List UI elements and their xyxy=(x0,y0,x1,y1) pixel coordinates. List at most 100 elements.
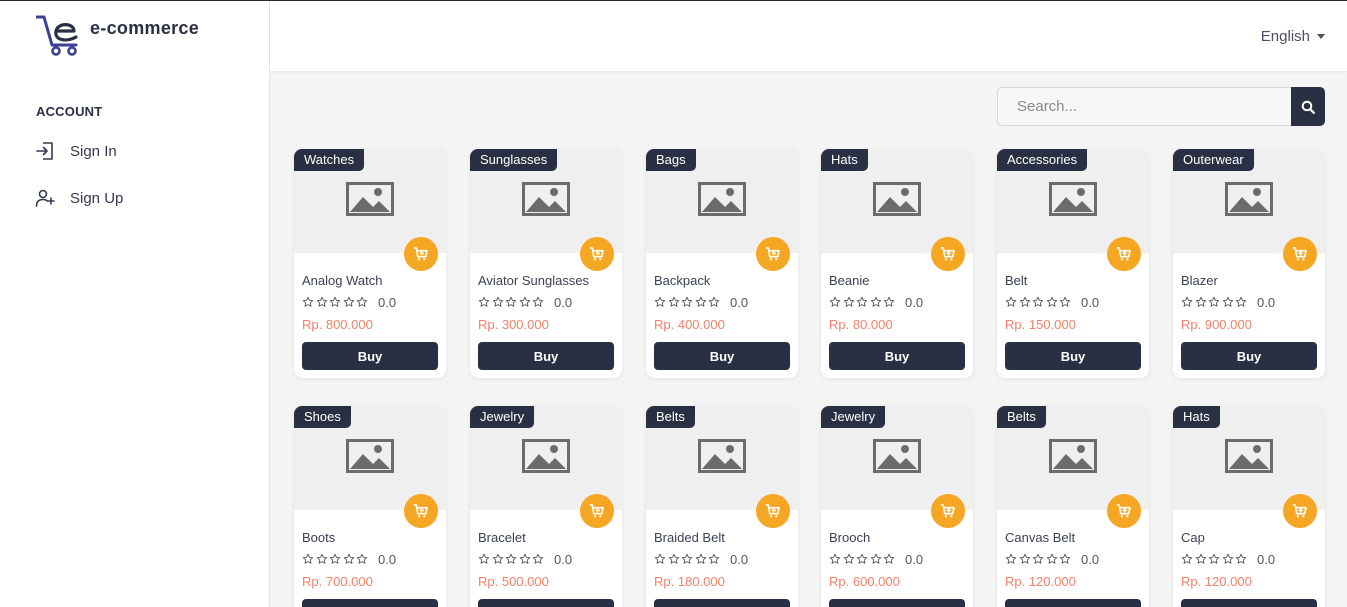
category-badge: Jewelry xyxy=(470,406,535,428)
product-card[interactable]: Accessories Belt 0.0 Rp. 150.000 Buy xyxy=(997,149,1149,378)
star-outline-icon xyxy=(883,296,895,308)
product-card[interactable]: Bags Backpack 0.0 Rp. 400.000 Buy xyxy=(646,149,798,378)
product-name[interactable]: Aviator Sunglasses xyxy=(478,273,614,289)
add-to-cart-button[interactable] xyxy=(404,237,438,271)
product-card[interactable]: Sunglasses Aviator Sunglasses 0.0 Rp. 300.0… xyxy=(470,149,622,378)
product-name[interactable]: Backpack xyxy=(654,273,790,289)
product-card[interactable]: Belts Canvas Belt 0.0 Rp. 120.000 Buy xyxy=(997,406,1149,607)
category-badge: Bags xyxy=(646,149,696,171)
product-image[interactable]: Jewelry xyxy=(470,406,622,528)
star-outline-icon xyxy=(329,553,341,565)
product-image[interactable]: Belts xyxy=(997,406,1149,528)
product-name[interactable]: Boots xyxy=(302,530,438,546)
product-name[interactable]: Blazer xyxy=(1181,273,1317,289)
cart-plus-icon xyxy=(413,246,429,262)
product-image[interactable]: Hats xyxy=(821,149,973,271)
sidebar-item-sign-up[interactable]: Sign Up xyxy=(34,185,123,211)
product-name[interactable]: Analog Watch xyxy=(302,273,438,289)
buy-button[interactable]: Buy xyxy=(654,599,790,607)
product-card[interactable]: Jewelry Bracelet 0.0 Rp. 500.000 Buy xyxy=(470,406,622,607)
cart-logo-icon xyxy=(36,15,78,56)
caret-down-icon xyxy=(1317,34,1325,39)
star-outline-icon xyxy=(843,553,855,565)
buy-button[interactable]: Buy xyxy=(1181,342,1317,370)
buy-button[interactable]: Buy xyxy=(1005,342,1141,370)
product-name[interactable]: Brooch xyxy=(829,530,965,546)
add-to-cart-button[interactable] xyxy=(1107,494,1141,528)
sidebar-item-sign-in[interactable]: Sign In xyxy=(34,138,117,164)
star-rating xyxy=(654,553,720,565)
category-badge: Belts xyxy=(646,406,695,428)
product-name[interactable]: Belt xyxy=(1005,273,1141,289)
buy-button[interactable]: Buy xyxy=(302,342,438,370)
language-dropdown[interactable]: English xyxy=(1261,28,1325,45)
product-card[interactable]: Belts Braided Belt 0.0 Rp. 180.000 Buy xyxy=(646,406,798,607)
product-image[interactable]: Watches xyxy=(294,149,446,271)
category-badge: Outerwear xyxy=(1173,149,1254,171)
search-input[interactable] xyxy=(997,87,1291,126)
product-name[interactable]: Canvas Belt xyxy=(1005,530,1141,546)
product-card[interactable]: Hats Beanie 0.0 Rp. 80.000 Buy xyxy=(821,149,973,378)
add-to-cart-button[interactable] xyxy=(580,494,614,528)
brand-logo[interactable]: e-commerce xyxy=(36,15,206,59)
add-to-cart-button[interactable] xyxy=(1283,237,1317,271)
rating-value: 0.0 xyxy=(1081,294,1100,310)
star-outline-icon xyxy=(1046,296,1058,308)
product-image[interactable]: Outerwear xyxy=(1173,149,1325,271)
rating-value: 0.0 xyxy=(378,294,397,310)
product-rating: 0.0 xyxy=(1005,552,1141,567)
product-rating: 0.0 xyxy=(1181,295,1317,310)
add-to-cart-button[interactable] xyxy=(1283,494,1317,528)
star-outline-icon xyxy=(343,553,355,565)
product-card[interactable]: Outerwear Blazer 0.0 Rp. 900.000 Buy xyxy=(1173,149,1325,378)
product-card[interactable]: Hats Cap 0.0 Rp. 120.000 Buy xyxy=(1173,406,1325,607)
star-outline-icon xyxy=(302,553,314,565)
add-to-cart-button[interactable] xyxy=(404,494,438,528)
buy-button[interactable]: Buy xyxy=(829,599,965,607)
add-to-cart-button[interactable] xyxy=(1107,237,1141,271)
product-rating: 0.0 xyxy=(1181,552,1317,567)
buy-button[interactable]: Buy xyxy=(654,342,790,370)
product-card[interactable]: Watches Analog Watch 0.0 Rp. 800.000 Buy xyxy=(294,149,446,378)
product-image[interactable]: Accessories xyxy=(997,149,1149,271)
image-placeholder-icon xyxy=(873,181,921,221)
add-to-cart-button[interactable] xyxy=(580,237,614,271)
product-card[interactable]: Shoes Boots 0.0 Rp. 700.000 Buy xyxy=(294,406,446,607)
product-card[interactable]: Jewelry Brooch 0.0 Rp. 600.000 Buy xyxy=(821,406,973,607)
buy-button[interactable]: Buy xyxy=(1181,599,1317,607)
star-outline-icon xyxy=(843,296,855,308)
product-rating: 0.0 xyxy=(829,552,965,567)
add-to-cart-button[interactable] xyxy=(931,237,965,271)
star-outline-icon xyxy=(505,553,517,565)
cart-plus-icon xyxy=(1292,503,1308,519)
product-name[interactable]: Braided Belt xyxy=(654,530,790,546)
product-rating: 0.0 xyxy=(829,295,965,310)
add-to-cart-button[interactable] xyxy=(756,237,790,271)
product-name[interactable]: Cap xyxy=(1181,530,1317,546)
product-image[interactable]: Sunglasses xyxy=(470,149,622,271)
category-badge: Hats xyxy=(1173,406,1220,428)
buy-button[interactable]: Buy xyxy=(478,599,614,607)
buy-button[interactable]: Buy xyxy=(478,342,614,370)
top-bar: English xyxy=(270,1,1347,72)
add-to-cart-button[interactable] xyxy=(756,494,790,528)
product-image[interactable]: Hats xyxy=(1173,406,1325,528)
product-name[interactable]: Bracelet xyxy=(478,530,614,546)
search-button[interactable] xyxy=(1291,87,1325,126)
product-image[interactable]: Bags xyxy=(646,149,798,271)
star-rating xyxy=(654,296,720,308)
buy-button[interactable]: Buy xyxy=(1005,599,1141,607)
star-outline-icon xyxy=(519,553,531,565)
product-name[interactable]: Beanie xyxy=(829,273,965,289)
image-placeholder-icon xyxy=(1225,181,1273,221)
star-outline-icon xyxy=(492,296,504,308)
add-to-cart-button[interactable] xyxy=(931,494,965,528)
buy-button[interactable]: Buy xyxy=(829,342,965,370)
buy-button[interactable]: Buy xyxy=(302,599,438,607)
product-image[interactable]: Shoes xyxy=(294,406,446,528)
star-outline-icon xyxy=(708,553,720,565)
product-price: Rp. 120.000 xyxy=(1181,574,1252,589)
product-image[interactable]: Jewelry xyxy=(821,406,973,528)
product-image[interactable]: Belts xyxy=(646,406,798,528)
image-placeholder-icon xyxy=(698,438,746,478)
